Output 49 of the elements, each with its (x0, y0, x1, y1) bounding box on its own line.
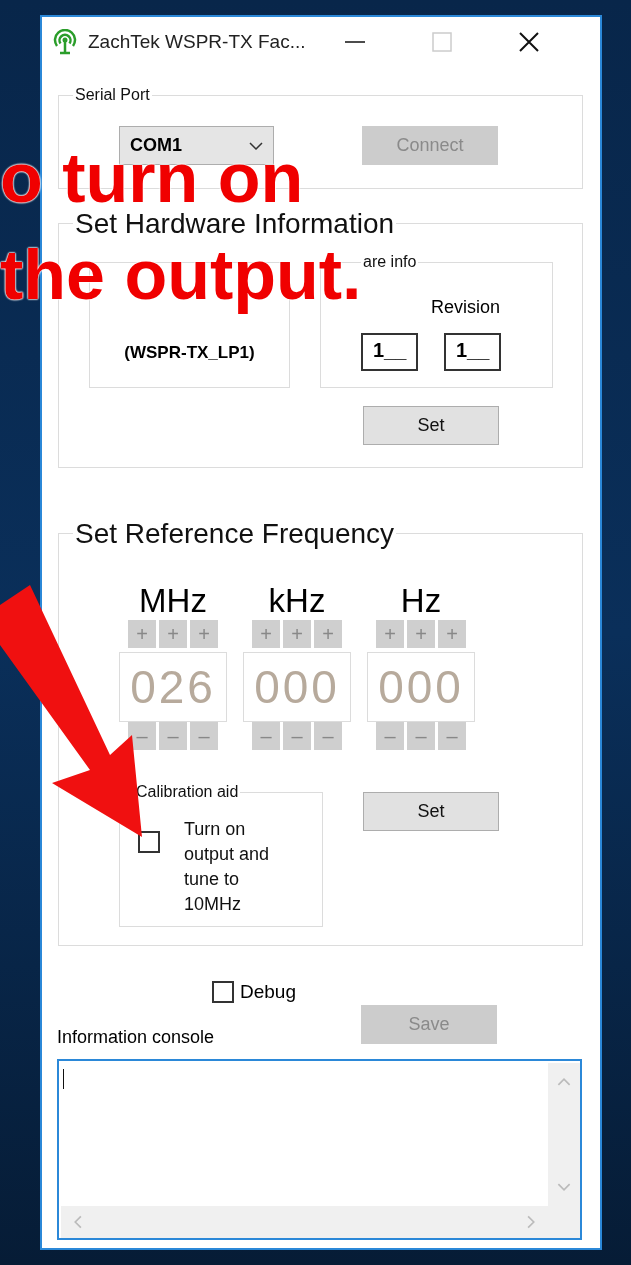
increment-button[interactable]: + (252, 620, 280, 648)
checkbox[interactable] (138, 831, 160, 853)
decrement-button[interactable]: – (438, 722, 466, 750)
checkbox[interactable] (212, 981, 234, 1003)
decrement-button[interactable]: – (407, 722, 435, 750)
unit-label: kHz (268, 582, 326, 620)
digit-display: 026 (119, 652, 227, 722)
increment-button[interactable]: + (314, 620, 342, 648)
increment-button[interactable]: + (283, 620, 311, 648)
decrement-button[interactable]: – (376, 722, 404, 750)
caret-icon (249, 141, 263, 150)
increment-button[interactable]: + (128, 620, 156, 648)
increment-button[interactable]: + (438, 620, 466, 648)
group-label: Set Reference Frequency (73, 520, 397, 548)
set-button[interactable]: Set (363, 406, 499, 445)
scroll-up-icon[interactable] (557, 1077, 571, 1086)
number-field[interactable]: 1__ (444, 333, 501, 371)
close-icon[interactable] (519, 32, 540, 52)
scroll-left-icon[interactable] (73, 1215, 82, 1229)
increment-button[interactable]: + (407, 620, 435, 648)
scroll-right-icon[interactable] (527, 1215, 536, 1229)
revision-label: Revision (431, 297, 501, 318)
decrement-button[interactable]: – (283, 722, 311, 750)
scrollbar[interactable] (61, 1206, 580, 1238)
checkbox-label: Debug (240, 981, 296, 1003)
digit-display: 000 (367, 652, 475, 722)
decrement-button[interactable]: – (190, 722, 218, 750)
checkbox-label: Turn on output and tune to 10MHz (184, 818, 271, 916)
decrement-button[interactable]: – (128, 722, 156, 750)
increment-button[interactable]: + (159, 620, 187, 648)
set-button[interactable]: Set (363, 792, 499, 831)
antenna-icon (52, 29, 78, 55)
maximize-icon[interactable] (432, 32, 453, 52)
decrement-button[interactable]: – (159, 722, 187, 750)
number-field[interactable]: 1__ (361, 333, 418, 371)
product-name: (WSPR-TX_LP1) (124, 343, 255, 363)
port-dropdown[interactable]: COM1 (119, 126, 274, 165)
decrement-button[interactable]: – (314, 722, 342, 750)
digit-display: 000 (243, 652, 351, 722)
scroll-down-icon[interactable] (557, 1183, 571, 1192)
increment-button[interactable]: + (376, 620, 404, 648)
window-title: ZachTek WSPR-TX Fac... (88, 31, 306, 53)
scrollbar[interactable] (548, 1063, 580, 1206)
increment-button[interactable]: + (190, 620, 218, 648)
unit-label: MHz (139, 582, 207, 620)
console-label: Information console (57, 1027, 216, 1048)
console-field[interactable] (57, 1059, 582, 1240)
unit-label: Hz (400, 582, 442, 620)
decrement-button[interactable]: – (252, 722, 280, 750)
